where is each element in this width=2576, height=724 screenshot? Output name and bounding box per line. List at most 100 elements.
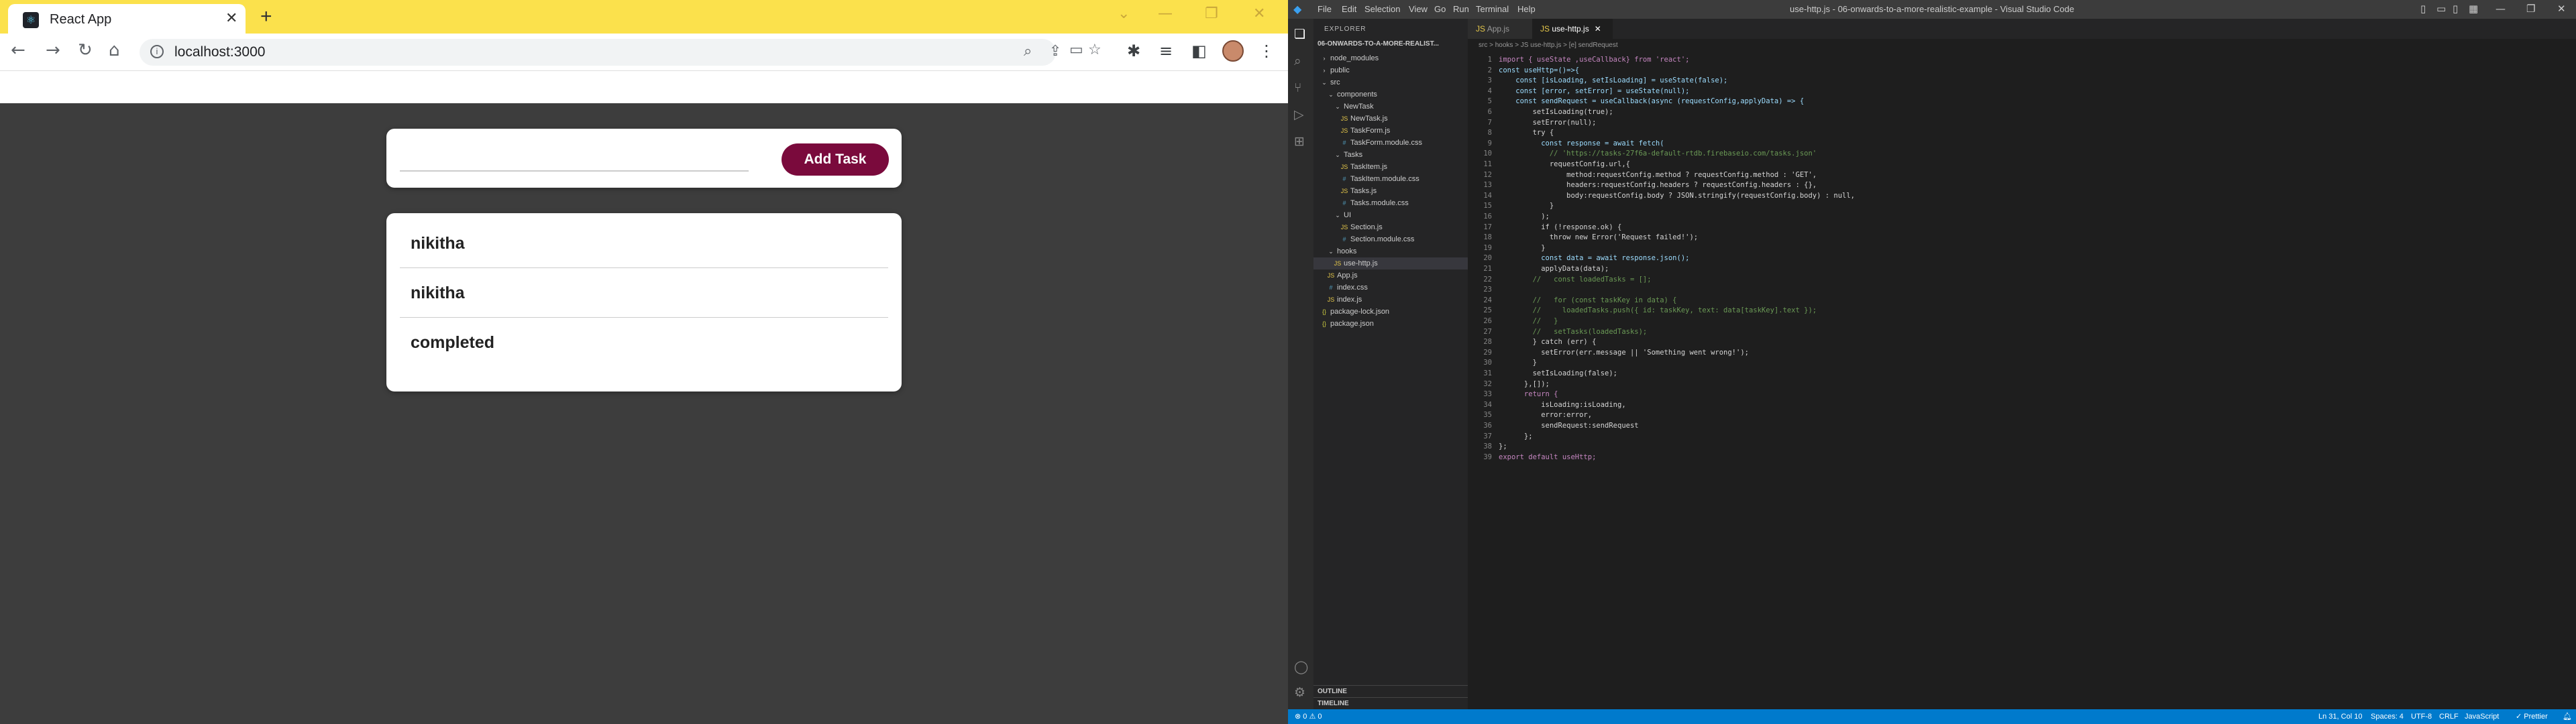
code-line[interactable]: 32 },[]); (1468, 379, 1550, 390)
new-tab-button[interactable]: + (260, 5, 272, 28)
extensions-icon[interactable]: ✱ (1127, 42, 1140, 60)
code-line[interactable]: 34 isLoading:isLoading, (1468, 400, 1625, 411)
timeline-panel[interactable]: TIMELINE (1313, 697, 1468, 709)
code-line[interactable]: 36 sendRequest:sendRequest (1468, 421, 1638, 432)
tree-item[interactable]: ⌄ NewTask (1313, 101, 1468, 113)
tree-item[interactable]: JS TaskItem.js (1313, 161, 1468, 173)
tree-item[interactable]: {} package-lock.json (1313, 306, 1468, 318)
code-line[interactable]: 12 method:requestConfig.method ? request… (1468, 170, 1817, 181)
code-line[interactable]: 18 throw new Error('Request failed!'); (1468, 233, 1698, 243)
code-line[interactable]: 7 setError(null); (1468, 118, 1597, 129)
home-icon[interactable]: ⌂ (109, 40, 120, 60)
tree-item[interactable]: ⌄ UI (1313, 209, 1468, 221)
code-line[interactable]: 38}; (1468, 442, 1507, 452)
address-bar[interactable]: i localhost:3000 ⌕ ⇪ (140, 39, 1061, 66)
avatar[interactable] (1222, 40, 1244, 62)
tree-item[interactable]: ⌄ hooks (1313, 245, 1468, 257)
share-icon[interactable]: ⇪ (1049, 43, 1061, 60)
tree-item[interactable]: # TaskForm.module.css (1313, 137, 1468, 149)
task-item[interactable]: nikitha (400, 268, 888, 318)
code-line[interactable]: 9 const response = await fetch( (1468, 139, 1664, 149)
code-line[interactable]: 17 if (!response.ok) { (1468, 223, 1621, 233)
code-line[interactable]: 15 } (1468, 201, 1554, 212)
code-line[interactable]: 13 headers:requestConfig.headers ? reque… (1468, 180, 1817, 191)
side-panel-icon[interactable]: ◧ (1191, 42, 1207, 60)
browser-tab[interactable]: ⚛ React App ✕ (8, 4, 246, 34)
cursor-position[interactable]: Ln 31, Col 10 (2318, 709, 2362, 724)
tree-item[interactable]: JS index.js (1313, 294, 1468, 306)
reload-icon[interactable]: ↻ (78, 40, 93, 60)
indentation-status[interactable]: Spaces: 4 (2371, 709, 2404, 724)
forward-icon[interactable]: → (46, 40, 60, 60)
layout-panel-icon[interactable]: ▭ (2436, 3, 2446, 15)
code-line[interactable]: 4 const [error, setError] = useState(nul… (1468, 86, 1690, 97)
close-window-icon[interactable]: ✕ (1253, 5, 1265, 22)
code-line[interactable]: 27 // setTasks(loadedTasks); (1468, 327, 1647, 338)
code-line[interactable]: 16 ); (1468, 212, 1550, 223)
layout-secondary-icon[interactable]: ▯ (2453, 3, 2458, 15)
tree-item[interactable]: JS App.js (1313, 269, 1468, 282)
minimize-icon[interactable]: — (1158, 5, 1173, 22)
code-line[interactable]: 33 return { (1468, 389, 1558, 400)
code-line[interactable]: 20 const data = await response.json(); (1468, 253, 1689, 264)
code-line[interactable]: 37 }; (1468, 432, 1532, 442)
code-line[interactable]: 39 export default useHttp; (1468, 452, 1596, 463)
code-line[interactable]: 19 } (1468, 243, 1545, 254)
source-control-icon[interactable]: ⑂ (1294, 80, 1301, 95)
code-line[interactable]: 31 setIsLoading(false); (1468, 369, 1617, 379)
layout-sidebar-icon[interactable]: ▯ (2420, 3, 2426, 15)
notifications-bell-icon[interactable]: 🔔︎ (2563, 709, 2572, 724)
close-window-icon[interactable]: ✕ (2557, 3, 2566, 15)
task-input[interactable] (400, 147, 749, 172)
tree-item[interactable]: JS NewTask.js (1313, 113, 1468, 125)
search-icon[interactable]: ⌕ (1294, 54, 1301, 68)
add-task-button[interactable]: Add Task (782, 143, 889, 176)
code-editor[interactable]: 1 import { useState ,useCallback} from 'r… (1468, 52, 2576, 709)
customize-layout-icon[interactable]: ▦ (2469, 3, 2478, 15)
code-line[interactable]: 3 const [isLoading, setIsLoading] = useS… (1468, 76, 1728, 86)
tree-item[interactable]: # index.css (1313, 282, 1468, 294)
tree-item[interactable]: # Section.module.css (1313, 233, 1468, 245)
code-line[interactable]: 8 try { (1468, 128, 1554, 139)
tree-item[interactable]: # TaskItem.module.css (1313, 173, 1468, 185)
tree-item[interactable]: {} package.json (1313, 318, 1468, 330)
tree-item[interactable]: › public (1313, 64, 1468, 76)
code-line[interactable]: 6 setIsLoading(true); (1468, 107, 1613, 118)
tree-item[interactable]: ⌄ components (1313, 88, 1468, 101)
code-line[interactable]: 10 // 'https://tasks-27f6a-default-rtdb.… (1468, 149, 1817, 160)
tree-item[interactable]: ⌄ src (1313, 76, 1468, 88)
maximize-icon[interactable]: ❐ (2526, 3, 2535, 15)
tab-app-js[interactable]: JS App.js (1468, 19, 1532, 39)
workspace-root[interactable]: 06-ONWARDS-TO-A-MORE-REALIST... (1318, 40, 1439, 48)
task-item[interactable]: completed (400, 318, 888, 367)
language-status[interactable]: JavaScript (2465, 709, 2499, 724)
code-line[interactable]: 2 const useHttp=()=>{ (1468, 66, 1579, 76)
eol-status[interactable]: CRLF (2439, 709, 2459, 724)
tree-item[interactable]: # Tasks.module.css (1313, 197, 1468, 209)
breadcrumb[interactable]: src > hooks > JS use-http.js > [e] sendR… (1468, 39, 2576, 52)
code-line[interactable]: 24 // for (const taskKey in data) { (1468, 296, 1676, 306)
code-line[interactable]: 1 import { useState ,useCallback} from 'r… (1468, 55, 1690, 66)
zoom-icon[interactable]: ⌕ (1024, 43, 1032, 60)
tree-item[interactable]: JS use-http.js (1313, 257, 1468, 269)
tab-use-http-js[interactable]: JS use-http.js ✕ (1532, 19, 1613, 39)
pip-icon[interactable]: ▭ (1069, 42, 1083, 58)
encoding-status[interactable]: UTF-8 (2411, 709, 2432, 724)
code-line[interactable]: 29 setError(err.message || 'Something we… (1468, 348, 1749, 359)
code-line[interactable]: 21 applyData(data); (1468, 264, 1609, 275)
problems-status[interactable]: ⊗ 0 ⚠ 0 (1295, 709, 1322, 724)
code-line[interactable]: 26 // } (1468, 316, 1558, 327)
tab-close-icon[interactable]: ✕ (225, 9, 237, 27)
tree-item[interactable]: JS TaskForm.js (1313, 125, 1468, 137)
account-icon[interactable]: ◯ (1294, 660, 1308, 674)
tab-search-icon[interactable]: ⌄ (1118, 5, 1130, 22)
code-line[interactable]: 23 (1468, 285, 1499, 296)
explorer-icon[interactable]: ❏ (1294, 27, 1305, 42)
code-line[interactable]: 28 } catch (err) { (1468, 337, 1596, 348)
code-line[interactable]: 14 body:requestConfig.body ? JSON.string… (1468, 191, 1855, 202)
run-debug-icon[interactable]: ▷ (1294, 107, 1304, 122)
code-line[interactable]: 11 requestConfig.url,{ (1468, 160, 1630, 170)
close-tab-icon[interactable]: ✕ (1595, 24, 1601, 34)
code-line[interactable]: 5 const sendRequest = useCallback(async … (1468, 97, 1804, 107)
back-icon[interactable]: ← (11, 40, 25, 60)
